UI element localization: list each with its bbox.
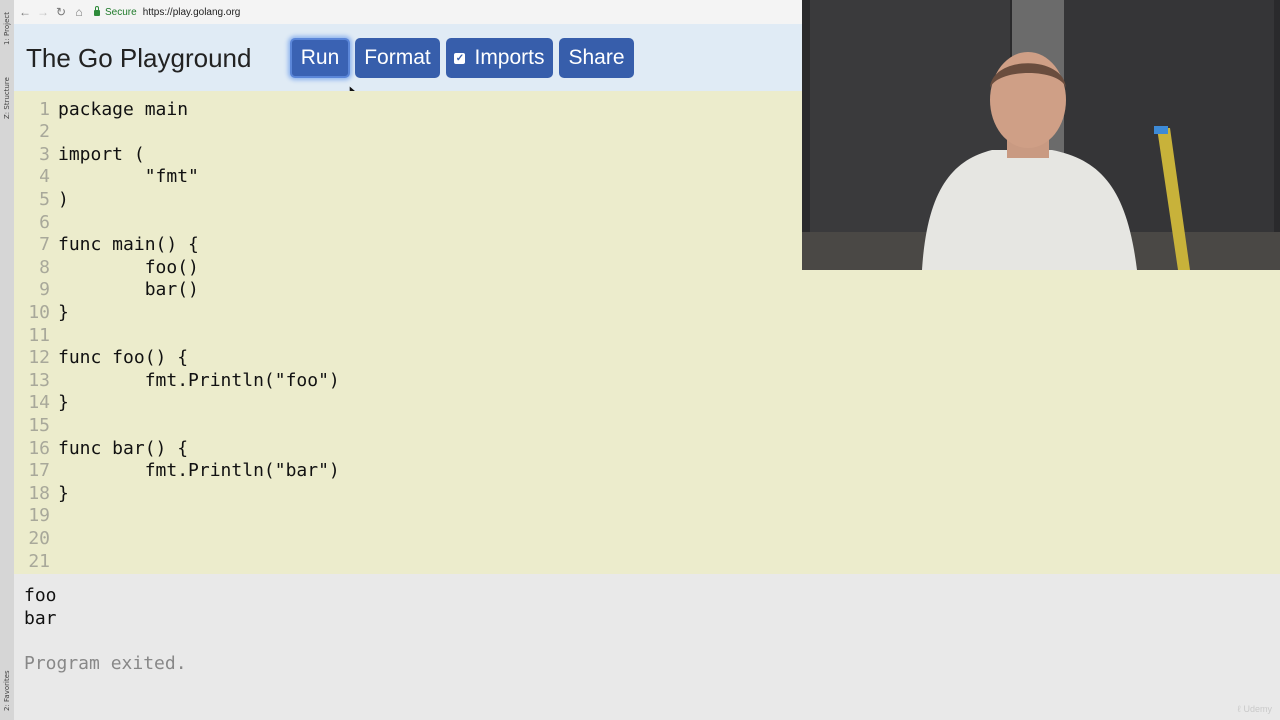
code-line: 14} [14,392,69,414]
line-number: 5 [39,188,50,210]
code-text: func bar() { [58,437,189,459]
line-number: 13 [28,369,50,391]
code-line: 19 [14,505,58,527]
code-line: 18} [14,482,69,504]
line-number: 12 [28,347,50,369]
structure-tab[interactable]: Z: Structure [1,70,13,126]
line-number: 20 [28,527,50,549]
code-line: 15 [14,414,58,436]
udemy-watermark: ℓ Udemy [1238,704,1272,714]
line-number: 4 [39,166,50,188]
code-text: "fmt" [58,166,199,188]
line-number: 14 [28,392,50,414]
favorites-tab[interactable]: 2: Favorites [1,668,13,714]
format-button[interactable]: Format [355,38,440,78]
webcam-overlay [802,0,1280,270]
line-number: 17 [28,460,50,482]
format-button-label: Format [364,46,431,69]
line-number: 2 [39,121,50,143]
code-line: 1 package main [14,98,188,120]
code-line: 5) [14,188,69,210]
forward-button[interactable]: → [34,5,52,19]
code-line: 20 [14,527,58,549]
line-number: 11 [28,324,50,346]
page-title: The Go Playground [26,43,252,73]
imports-toggle[interactable]: ✓ Imports [446,38,553,78]
line-number: 19 [28,505,50,527]
code-text: fmt.Println("foo") [58,369,340,391]
playground-header: The Go Playground Run Format ✓ Imports S… [14,24,802,99]
program-status: Program exited. [24,653,187,674]
code-text: fmt.Println("bar") [58,460,340,482]
home-button[interactable]: ⌂ [70,5,88,19]
code-line: 4 "fmt" [14,166,199,188]
code-line: 10} [14,301,69,323]
line-number: 21 [28,550,50,572]
output-line: foo [24,585,57,606]
line-number: 10 [28,301,50,323]
code-text: ) [58,188,69,210]
line-number: 6 [39,211,50,233]
presenter-video-icon [802,0,1280,270]
output-panel: foo bar Program exited. ℓ Udemy [14,574,1280,720]
line-number: 8 [39,256,50,278]
browser-address-bar: ← → ↻ ⌂ Secure https://play.golang.org [14,0,802,25]
code-line: 8 foo() [14,256,199,278]
line-number: 1 [39,98,50,120]
code-text: func main() { [58,234,199,256]
url-field[interactable]: Secure https://play.golang.org [94,6,241,18]
line-number: 7 [39,234,50,256]
code-line: 2 [14,121,58,143]
secure-label: Secure [105,6,137,18]
run-button-label: Run [300,46,340,69]
code-text: } [58,392,69,414]
line-number: 15 [28,414,50,436]
ide-side-strip: 1: Project Z: Structure 2: Favorites [0,0,15,720]
project-tab[interactable]: 1: Project [1,8,13,50]
code-text: package main [58,98,189,120]
code-text: import ( [58,143,145,165]
code-line: 11 [14,324,58,346]
udemy-logo-icon: ℓ [1237,704,1241,714]
code-text: foo() [58,256,199,278]
code-text: bar() [58,279,199,301]
run-button[interactable]: Run [290,38,350,78]
code-line: 21 [14,550,58,572]
lock-icon [94,6,100,16]
code-text: } [58,482,69,504]
code-line: 12 func foo() { [14,347,188,369]
code-text: func foo() { [58,347,189,369]
imports-checkbox[interactable]: ✓ [454,52,466,64]
output-line: bar [24,608,57,629]
code-line: 3 import ( [14,143,145,165]
code-line: 9 bar() [14,279,199,301]
line-number: 9 [39,279,50,301]
code-line: 17 fmt.Println("bar") [14,460,340,482]
line-number: 18 [28,482,50,504]
share-button[interactable]: Share [559,38,634,78]
line-number: 16 [28,437,50,459]
imports-label: Imports [474,46,545,69]
reload-button[interactable]: ↻ [52,5,70,19]
code-line: 6 [14,211,58,233]
udemy-watermark-text: Udemy [1243,704,1272,714]
code-text: } [58,301,69,323]
line-number: 3 [39,143,50,165]
code-line: 7 func main() { [14,234,199,256]
back-button[interactable]: ← [16,5,34,19]
url-text[interactable]: https://play.golang.org [143,7,241,18]
code-line: 13 fmt.Println("foo") [14,369,340,391]
code-line: 16 func bar() { [14,437,188,459]
share-button-label: Share [568,46,625,69]
